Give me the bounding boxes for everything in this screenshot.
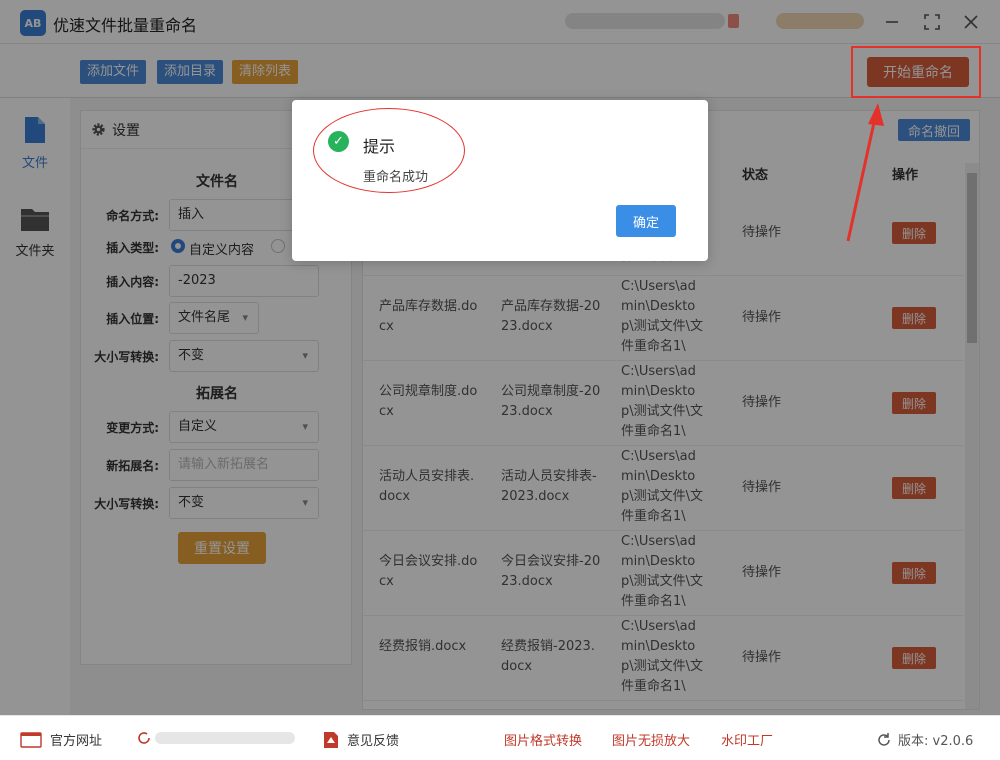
refresh-icon [878, 732, 890, 746]
annotation-box [851, 46, 981, 98]
feedback-link[interactable]: 意见反馈 [323, 730, 399, 749]
footer-label: 官方网址 [50, 734, 103, 749]
watermark-link[interactable]: 水印工厂 [721, 730, 773, 749]
version-info: 版本: v2.0.6 [876, 730, 973, 749]
website-link[interactable]: 官方网址 [20, 730, 102, 749]
pdf-icon [324, 731, 338, 748]
website-icon [20, 731, 42, 748]
image-convert-link[interactable]: 图片格式转换 [504, 730, 582, 749]
footer-label: 意见反馈 [347, 734, 400, 749]
refresh-icon[interactable] [135, 729, 153, 751]
footer: 官方网址 意见反馈 图片格式转换 图片无损放大 水印工厂 版本: v2.0.6 [0, 715, 1000, 760]
version-label: 版本: v2.0.6 [898, 734, 974, 749]
blurred-region [155, 732, 295, 744]
image-enlarge-link[interactable]: 图片无损放大 [612, 730, 690, 749]
annotation-ellipse [313, 108, 465, 193]
confirm-button[interactable]: 确定 [616, 205, 676, 237]
